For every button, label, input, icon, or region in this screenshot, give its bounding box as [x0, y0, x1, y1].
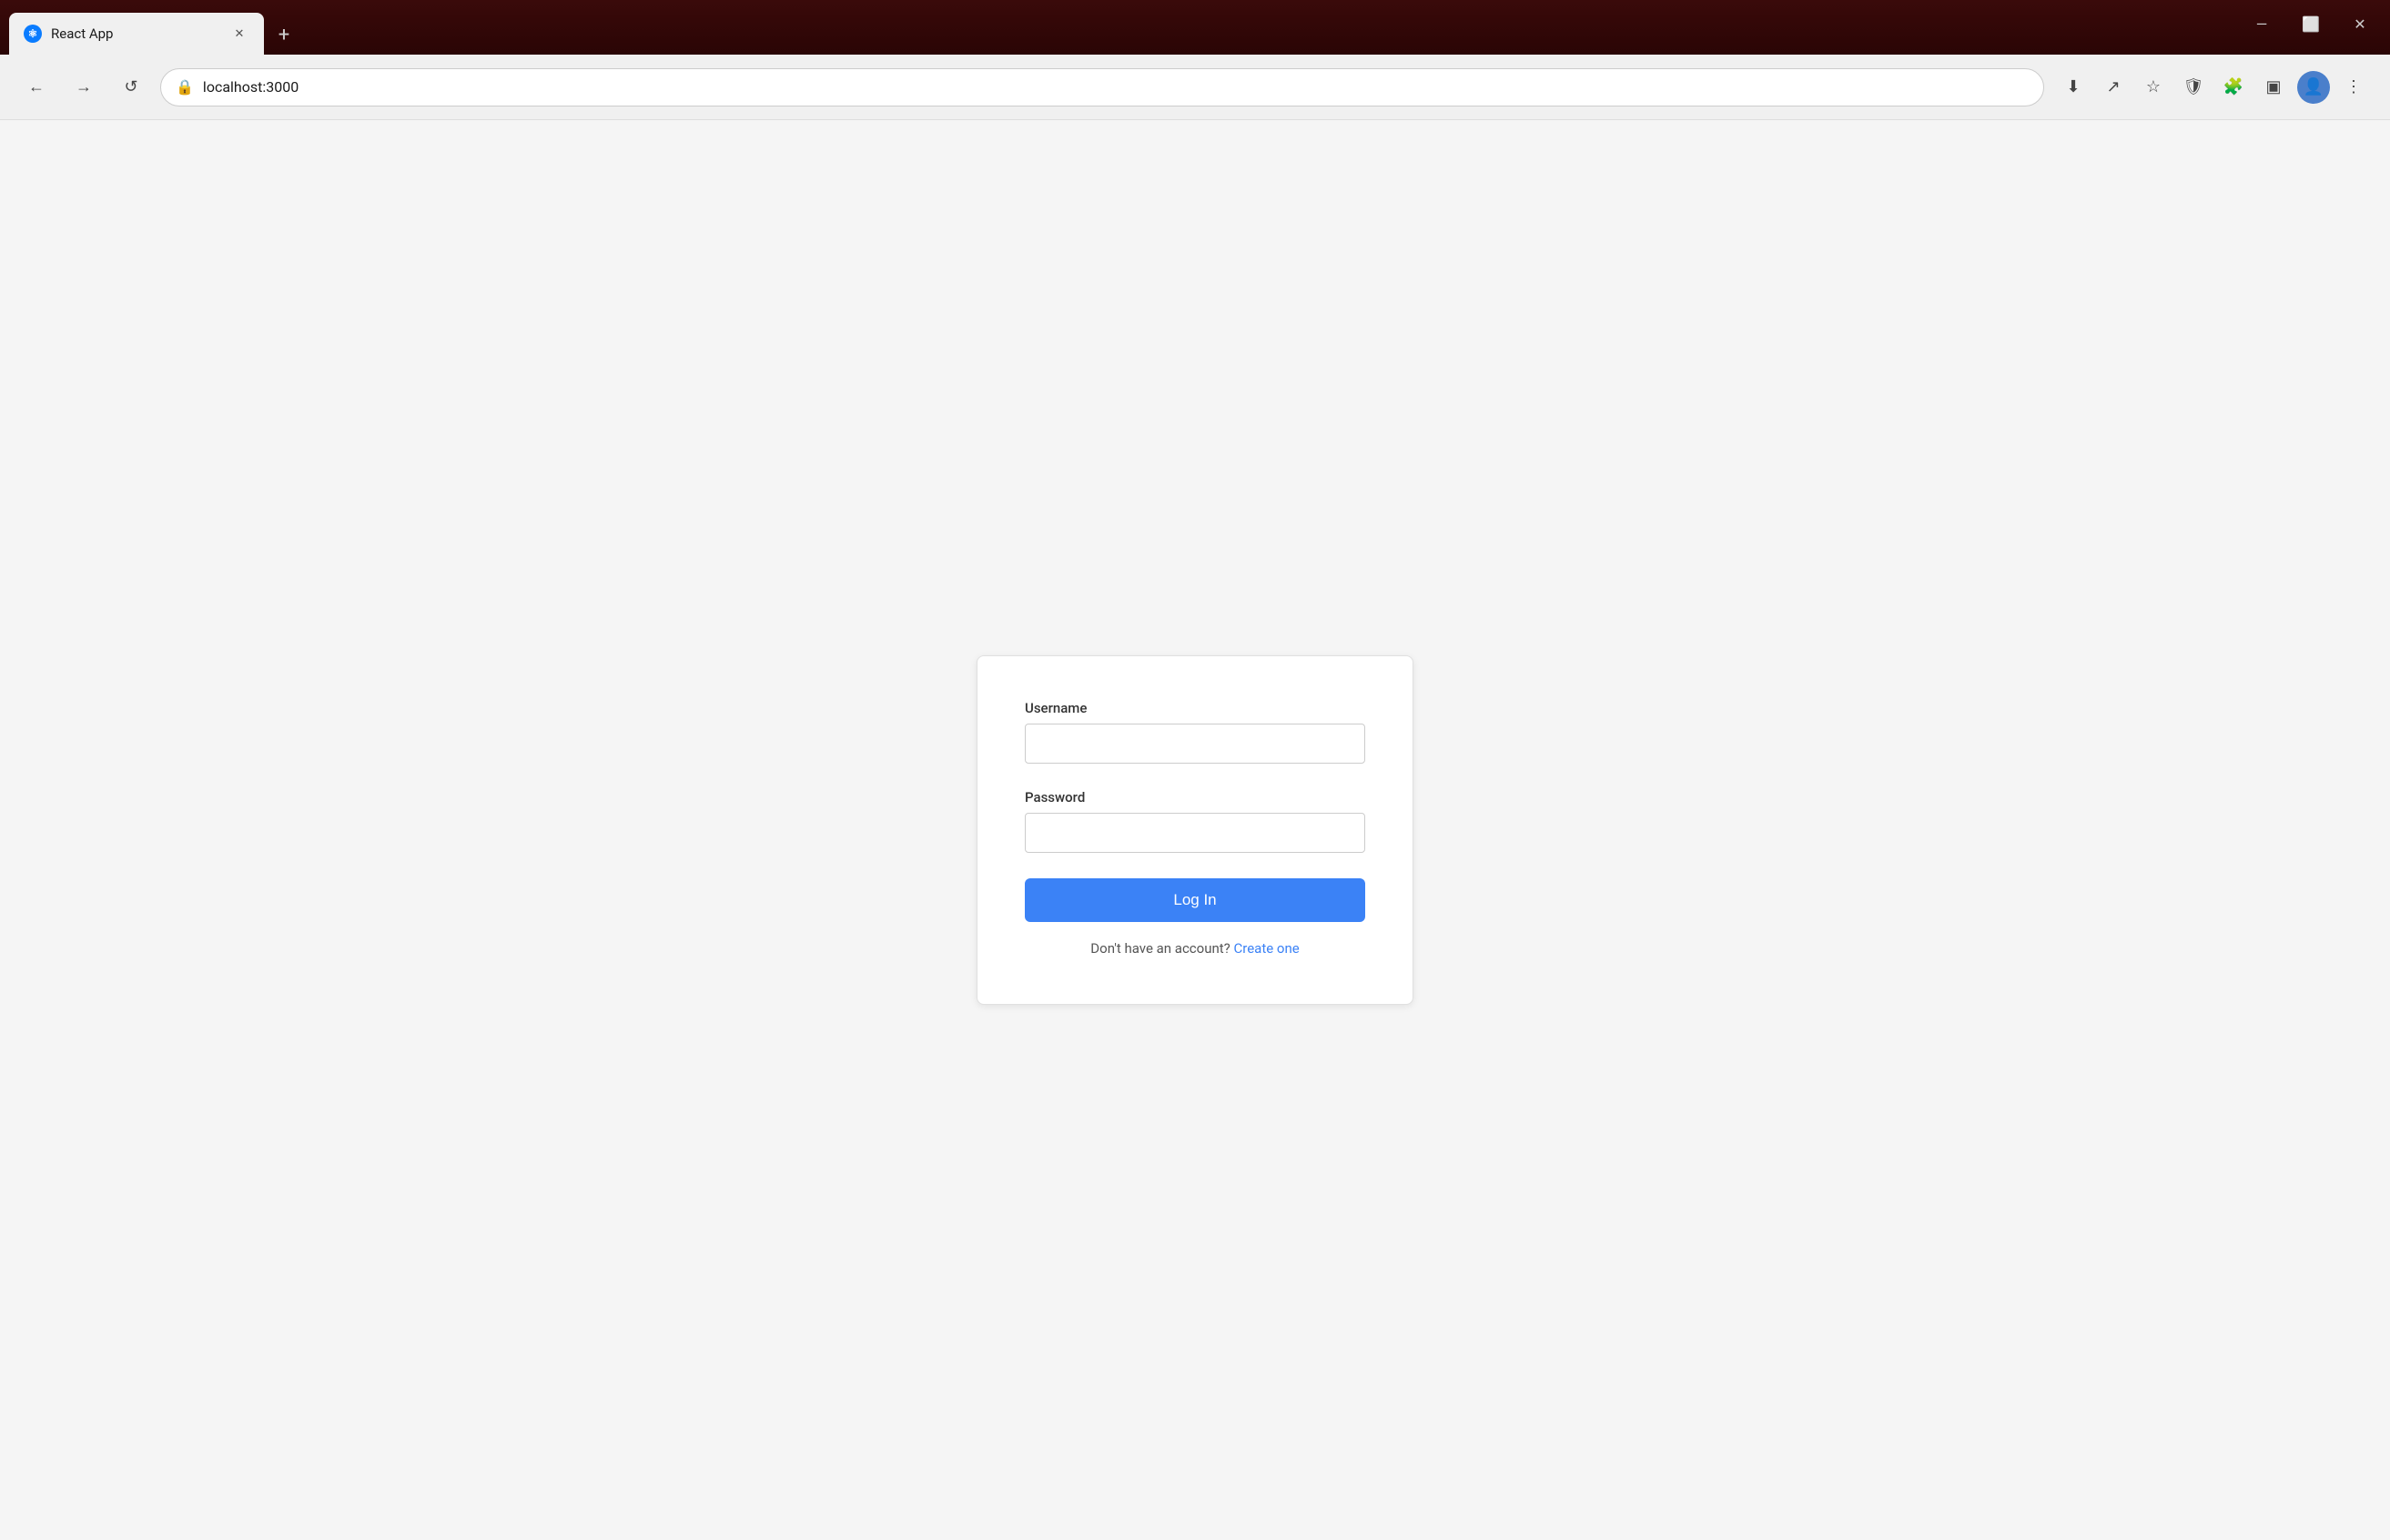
lock-icon: 🔒: [176, 78, 194, 96]
bookmark-button[interactable]: ☆: [2135, 69, 2172, 106]
shield-button[interactable]: 🛡: [2175, 69, 2212, 106]
tab-favicon: ⚛: [24, 25, 42, 43]
react-icon: ⚛: [28, 27, 38, 40]
address-text: localhost:3000: [203, 78, 299, 96]
star-icon: ☆: [2146, 77, 2161, 96]
forward-icon: →: [76, 77, 92, 96]
username-input[interactable]: [1025, 724, 1365, 764]
new-tab-button[interactable]: +: [268, 18, 300, 51]
username-group: Username: [1025, 700, 1365, 764]
page-content: Username Password Log In Don't have an a…: [0, 120, 2390, 1540]
no-account-text: Don't have an account?: [1090, 940, 1230, 957]
back-icon: ←: [28, 77, 45, 96]
shield-icon: 🛡: [2183, 77, 2204, 96]
title-bar: ⚛ React App ✕ + — ⬜ ✕: [0, 0, 2390, 55]
password-input[interactable]: [1025, 813, 1365, 853]
menu-icon: ⋮: [2345, 77, 2362, 96]
restore-button[interactable]: ⬜: [2290, 9, 2332, 38]
tab-close-button[interactable]: ✕: [229, 24, 249, 44]
close-button[interactable]: ✕: [2339, 9, 2381, 38]
sidebar-button[interactable]: ▣: [2255, 69, 2292, 106]
download-button[interactable]: ⬇: [2055, 69, 2091, 106]
window-controls: — ⬜ ✕: [2241, 9, 2381, 38]
tab-title: React App: [51, 25, 220, 42]
login-card: Username Password Log In Don't have an a…: [977, 655, 1413, 1005]
download-icon: ⬇: [2066, 77, 2080, 96]
forward-button[interactable]: →: [66, 69, 102, 106]
profile-button[interactable]: 👤: [2295, 69, 2332, 106]
share-icon: ↗: [2106, 77, 2120, 96]
password-label: Password: [1025, 789, 1365, 805]
address-bar[interactable]: 🔒 localhost:3000: [160, 68, 2044, 106]
restore-icon: ⬜: [2302, 15, 2320, 33]
minimize-button[interactable]: —: [2241, 9, 2283, 38]
avatar: 👤: [2297, 71, 2330, 104]
back-button[interactable]: ←: [18, 69, 55, 106]
puzzle-icon: 🧩: [2223, 77, 2243, 96]
create-account-link[interactable]: Create one: [1234, 940, 1300, 957]
tab-bar: ⚛ React App ✕ +: [9, 0, 2233, 55]
login-button[interactable]: Log In: [1025, 878, 1365, 922]
nav-actions: ⬇ ↗ ☆ 🛡 🧩 ▣ 👤 ⋮: [2055, 69, 2372, 106]
close-icon: ✕: [2354, 15, 2365, 33]
password-group: Password: [1025, 789, 1365, 853]
reload-button[interactable]: ↺: [113, 69, 149, 106]
active-tab[interactable]: ⚛ React App ✕: [9, 13, 264, 55]
extensions-button[interactable]: 🧩: [2215, 69, 2252, 106]
profile-icon: 👤: [2304, 77, 2324, 96]
share-button[interactable]: ↗: [2095, 69, 2132, 106]
browser-window: ⚛ React App ✕ + — ⬜ ✕ ← → ↺: [0, 0, 2390, 1540]
nav-bar: ← → ↺ 🔒 localhost:3000 ⬇ ↗ ☆ 🛡: [0, 55, 2390, 120]
create-account-prompt: Don't have an account? Create one: [1025, 940, 1365, 957]
minimize-icon: —: [2256, 15, 2268, 33]
reload-icon: ↺: [124, 77, 137, 96]
username-label: Username: [1025, 700, 1365, 716]
menu-button[interactable]: ⋮: [2335, 69, 2372, 106]
sidebar-icon: ▣: [2265, 77, 2281, 96]
